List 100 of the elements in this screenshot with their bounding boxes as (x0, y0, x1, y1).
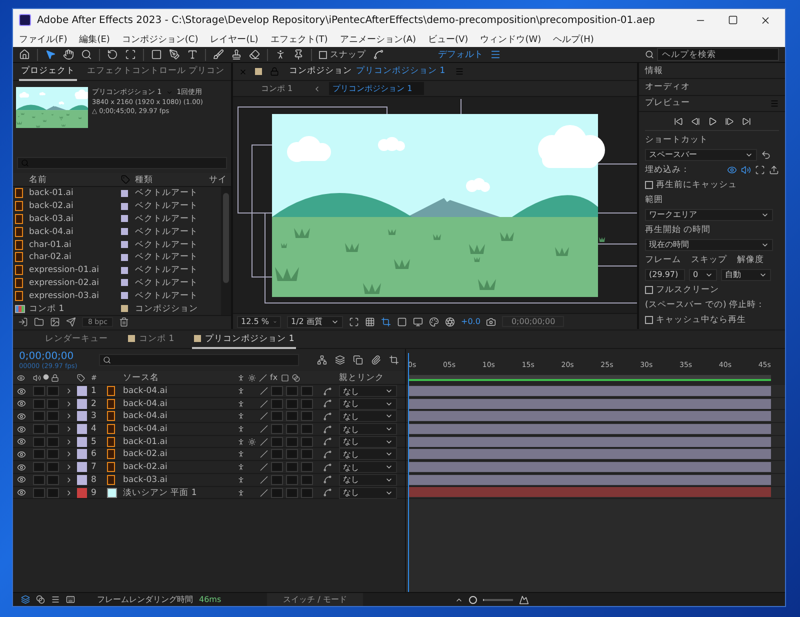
hand-icon[interactable] (63, 49, 74, 60)
current-time-field[interactable]: 0;00;00;00 (502, 316, 564, 327)
audio-switch[interactable] (33, 462, 45, 472)
menu-item[interactable]: アニメーション(A) (340, 32, 416, 46)
lock-switch[interactable] (47, 398, 59, 409)
breadcrumb-item[interactable]: プリコンポジション 1 (328, 82, 424, 95)
menu-item[interactable]: ビュー(V) (428, 32, 468, 46)
switch-box[interactable] (286, 386, 298, 396)
lock-switch[interactable] (47, 386, 59, 396)
view-icon[interactable] (413, 316, 423, 326)
switch-box[interactable] (286, 488, 298, 498)
parent-dropdown[interactable]: なし (339, 398, 397, 410)
zoom-dropdown[interactable]: 12.5 % (237, 316, 281, 328)
eye-icon[interactable] (727, 164, 737, 175)
text-tool-icon[interactable] (187, 49, 198, 60)
layer-bar[interactable] (408, 449, 771, 460)
flowchart-icon[interactable] (317, 355, 327, 365)
pen-icon[interactable] (169, 49, 180, 60)
menu-item[interactable]: エフェクト(T) (270, 32, 328, 46)
maximize-icon[interactable] (728, 14, 738, 24)
switch-box[interactable] (301, 424, 313, 434)
switch-box[interactable] (271, 398, 283, 409)
trash-icon[interactable] (119, 317, 130, 328)
switch-box[interactable] (301, 411, 313, 422)
pointer-icon[interactable] (45, 49, 56, 60)
menu-item[interactable]: 編集(E) (79, 32, 110, 46)
audio-switch[interactable] (33, 488, 45, 498)
audio-switch[interactable] (33, 449, 45, 460)
switch-box[interactable] (301, 449, 313, 460)
parent-dropdown[interactable]: なし (339, 474, 397, 486)
import-icon[interactable] (18, 317, 28, 328)
eye-icon[interactable] (17, 386, 26, 396)
label-swatch[interactable] (77, 436, 87, 447)
workspace-tab[interactable]: デフォルト (438, 48, 483, 61)
audio-switch[interactable] (33, 424, 45, 434)
label-swatch[interactable] (77, 386, 87, 396)
menu-item[interactable]: ウィンドウ(W) (480, 32, 542, 46)
grid-icon[interactable] (365, 316, 375, 326)
lock-switch[interactable] (47, 474, 59, 485)
switch-box[interactable] (301, 474, 313, 485)
pin-icon[interactable] (293, 49, 304, 60)
menu-item[interactable]: ファイル(F) (19, 32, 68, 46)
audio-switch[interactable] (33, 474, 45, 485)
menu-item[interactable]: コンポジション(C) (122, 32, 198, 46)
switch-box[interactable] (271, 488, 283, 498)
panel-tab[interactable]: プロジェクト (19, 63, 77, 80)
switch-box[interactable] (271, 462, 283, 472)
resolution-dropdown[interactable]: 1/2 画質 (287, 316, 343, 328)
snapshot-icon[interactable] (486, 316, 496, 326)
layer-bar[interactable] (408, 436, 771, 447)
skip-dropdown[interactable]: 0 (689, 268, 717, 281)
timeline-tab[interactable]: レンダーキュー (43, 330, 110, 348)
keyboard-icon[interactable] (66, 595, 75, 604)
layer-bar[interactable] (408, 398, 771, 409)
lock-switch[interactable] (47, 424, 59, 434)
layer-bar[interactable] (408, 462, 771, 472)
shortcut-dropdown[interactable]: スペースバー (645, 148, 757, 161)
switch-box[interactable] (286, 411, 298, 422)
list-icon[interactable] (51, 595, 60, 604)
eye-icon[interactable] (17, 437, 26, 446)
switch-box[interactable] (271, 411, 283, 422)
switch-box[interactable] (271, 474, 283, 485)
rotate-icon[interactable] (107, 49, 118, 60)
project-search-field[interactable] (17, 157, 227, 169)
layer-bar[interactable] (408, 411, 771, 422)
eye-icon[interactable] (17, 424, 26, 434)
lock-switch[interactable] (47, 462, 59, 472)
switch-box[interactable] (286, 449, 298, 460)
audio-switch[interactable] (33, 386, 45, 396)
help-search-field[interactable]: ヘルプを検索 (657, 48, 779, 61)
switch-box[interactable] (301, 488, 313, 498)
switch-box[interactable] (286, 398, 298, 409)
resolution-dropdown[interactable]: 自動 (721, 268, 771, 281)
audio-switch[interactable] (33, 411, 45, 422)
switch-box[interactable] (301, 398, 313, 409)
parent-dropdown[interactable]: なし (339, 486, 397, 498)
last-frame-icon[interactable] (742, 116, 750, 126)
previous-frame-icon[interactable] (690, 116, 700, 126)
speaker-icon[interactable] (741, 164, 751, 175)
label-swatch[interactable] (77, 398, 87, 409)
lock-switch[interactable] (47, 436, 59, 447)
lock-switch[interactable] (47, 449, 59, 460)
checkbox[interactable]: フルスクリーン (645, 284, 779, 296)
parent-dropdown[interactable]: なし (339, 385, 397, 397)
audio-switch[interactable] (33, 436, 45, 447)
eraser-icon[interactable] (249, 49, 260, 60)
frame-rate-dropdown[interactable]: (29.97) (645, 268, 685, 281)
channel-icon[interactable] (429, 316, 439, 326)
menu-item[interactable]: レイヤー(L) (210, 32, 258, 46)
switch-box[interactable] (271, 424, 283, 434)
eye-icon[interactable] (17, 412, 26, 421)
lock-switch[interactable] (47, 411, 59, 422)
panel-tab[interactable]: エフェクトコントロール プリコン (85, 63, 227, 80)
switch-box[interactable] (286, 436, 298, 447)
label-swatch[interactable] (77, 411, 87, 422)
eye-icon[interactable] (17, 399, 26, 408)
send-icon[interactable] (66, 317, 76, 328)
next-frame-icon[interactable] (724, 116, 734, 126)
layer-bar[interactable] (408, 474, 771, 485)
parent-dropdown[interactable]: なし (339, 461, 397, 474)
